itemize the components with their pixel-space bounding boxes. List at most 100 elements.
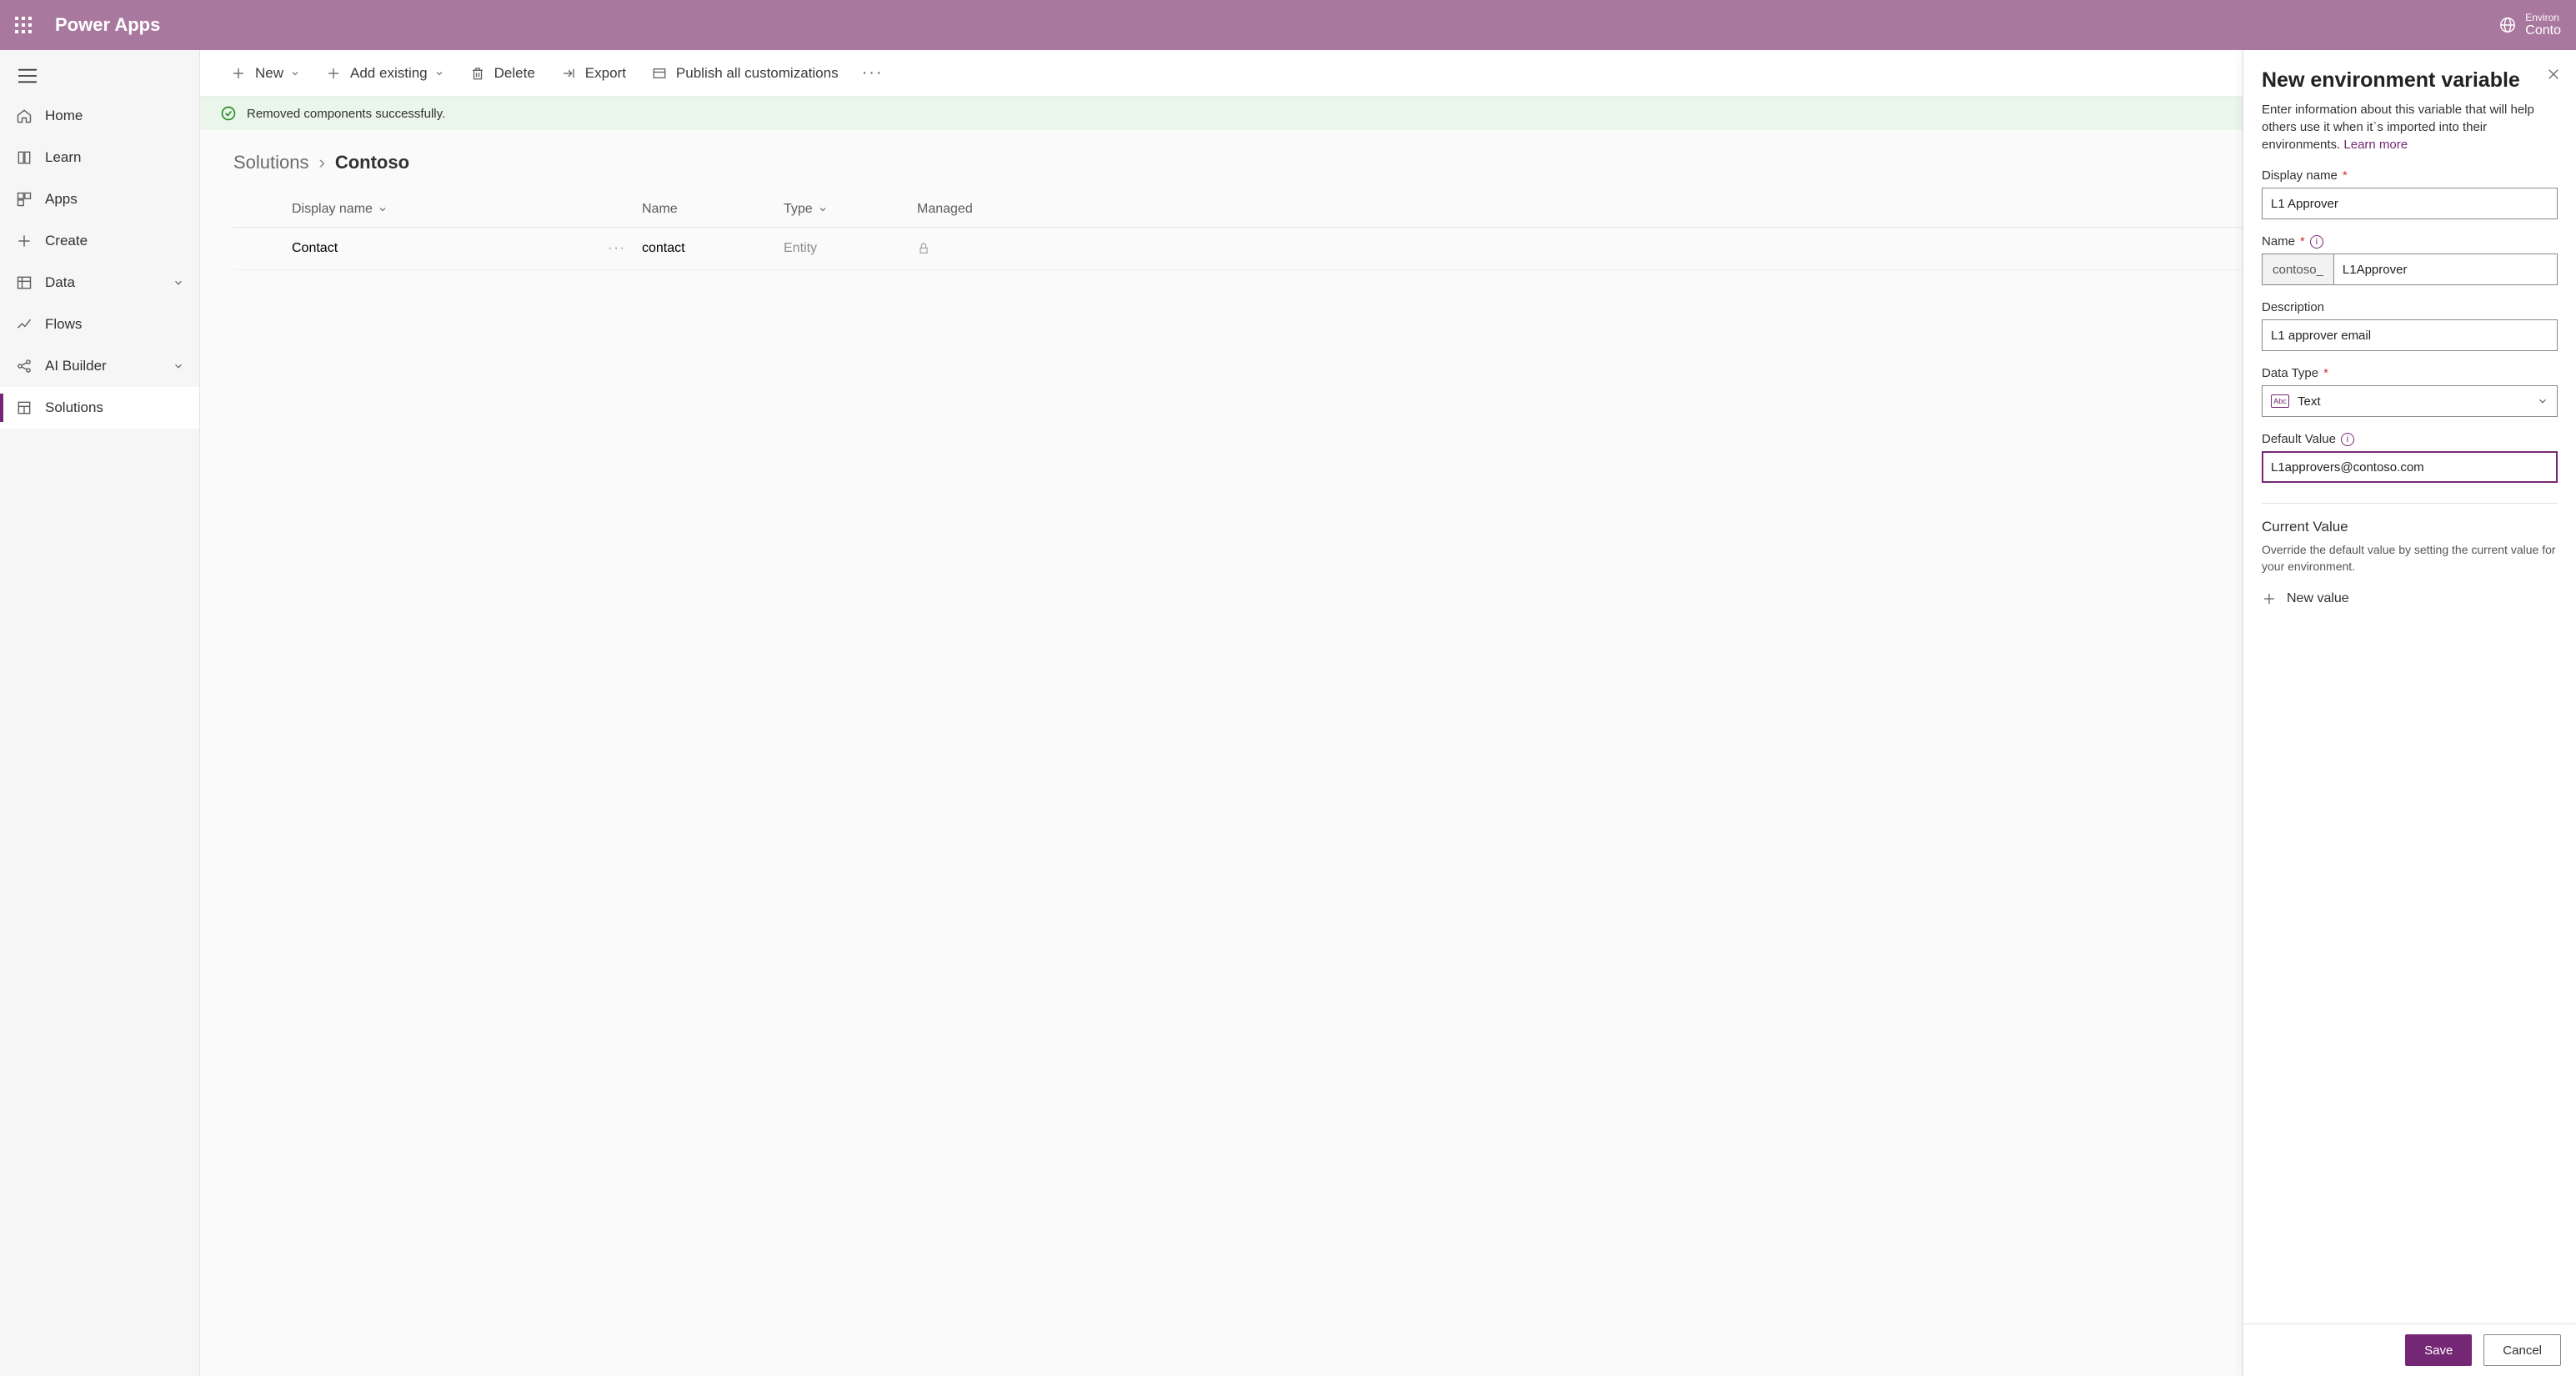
chevron-down-icon bbox=[173, 277, 184, 289]
app-brand: Power Apps bbox=[55, 14, 160, 36]
components-grid: Display name Name Type Managed Contact ·… bbox=[200, 190, 2576, 270]
publish-label: Publish all customizations bbox=[676, 65, 839, 82]
chevron-right-icon: › bbox=[319, 152, 325, 173]
data-icon bbox=[15, 274, 33, 292]
row-display-name: Contact bbox=[292, 241, 592, 256]
environment-switcher[interactable]: Environ Conto bbox=[2498, 13, 2561, 38]
sidebar-item-solutions[interactable]: Solutions bbox=[0, 387, 199, 429]
breadcrumb: Solutions › Contoso bbox=[200, 130, 2576, 190]
delete-label: Delete bbox=[494, 65, 535, 82]
separator bbox=[2262, 503, 2558, 504]
learn-more-link[interactable]: Learn more bbox=[2343, 138, 2408, 152]
publish-button[interactable]: Publish all customizations bbox=[641, 60, 849, 87]
panel-footer: Save Cancel bbox=[2243, 1323, 2576, 1376]
plus-icon bbox=[15, 232, 33, 250]
environment-name: Conto bbox=[2525, 23, 2561, 38]
defaultvalue-label: Default Value i bbox=[2262, 432, 2558, 446]
save-button[interactable]: Save bbox=[2405, 1334, 2472, 1366]
row-name: contact bbox=[642, 241, 784, 256]
datatype-label: Data Type* bbox=[2262, 366, 2558, 380]
row-type: Entity bbox=[784, 241, 917, 256]
sidebar-item-apps[interactable]: Apps bbox=[0, 178, 199, 220]
export-button[interactable]: Export bbox=[550, 60, 636, 87]
currentvalue-title: Current Value bbox=[2262, 519, 2558, 535]
more-commands-button[interactable]: ··· bbox=[854, 58, 892, 88]
plus-icon bbox=[2262, 591, 2277, 606]
lock-icon bbox=[917, 242, 1025, 255]
success-check-icon bbox=[220, 105, 237, 122]
chevron-down-icon bbox=[818, 204, 828, 214]
flows-icon bbox=[15, 315, 33, 334]
book-icon bbox=[15, 148, 33, 167]
name-prefix: contoso_ bbox=[2262, 254, 2333, 285]
sidebar-item-home[interactable]: Home bbox=[0, 95, 199, 137]
plus-icon bbox=[325, 65, 342, 82]
sidebar-item-label: Learn bbox=[45, 149, 81, 166]
app-launcher-icon[interactable] bbox=[15, 17, 32, 33]
name-input[interactable] bbox=[2333, 254, 2558, 285]
sidebar-item-flows[interactable]: Flows bbox=[0, 304, 199, 345]
column-type[interactable]: Type bbox=[784, 202, 917, 217]
currentvalue-desc: Override the default value by setting th… bbox=[2262, 542, 2558, 575]
chevron-down-icon bbox=[2537, 395, 2548, 407]
chevron-down-icon bbox=[290, 68, 300, 78]
datatype-select[interactable]: Abc Text bbox=[2262, 385, 2558, 417]
chevron-down-icon bbox=[173, 360, 184, 372]
sidebar-item-create[interactable]: Create bbox=[0, 220, 199, 262]
main-content: New Add existing Delete bbox=[200, 50, 2576, 1376]
hamburger-button[interactable] bbox=[0, 50, 199, 95]
panel-intro: Enter information about this variable th… bbox=[2262, 101, 2558, 153]
export-label: Export bbox=[585, 65, 626, 82]
new-button-label: New bbox=[255, 65, 283, 82]
sidebar-item-label: Data bbox=[45, 274, 75, 291]
display-name-input[interactable] bbox=[2262, 188, 2558, 219]
environment-label: Environ bbox=[2525, 13, 2561, 23]
home-icon bbox=[15, 107, 33, 125]
solutions-icon bbox=[15, 399, 33, 417]
sidebar-item-label: Home bbox=[45, 108, 83, 124]
add-existing-button[interactable]: Add existing bbox=[315, 60, 454, 87]
top-bar: Power Apps Environ Conto bbox=[0, 0, 2576, 50]
row-more-button[interactable]: ··· bbox=[592, 241, 642, 256]
panel-title: New environment variable bbox=[2262, 68, 2558, 93]
close-button[interactable] bbox=[2546, 67, 2561, 82]
success-banner: Removed components successfully. bbox=[200, 97, 2576, 130]
sidebar-item-label: Create bbox=[45, 233, 88, 249]
column-display-name[interactable]: Display name bbox=[292, 202, 592, 217]
plus-icon bbox=[230, 65, 247, 82]
defaultvalue-input[interactable] bbox=[2262, 451, 2558, 483]
info-icon[interactable]: i bbox=[2341, 433, 2354, 446]
column-managed[interactable]: Managed bbox=[917, 202, 1025, 217]
new-value-button[interactable]: New value bbox=[2262, 591, 2558, 606]
cancel-button[interactable]: Cancel bbox=[2483, 1334, 2561, 1366]
sidebar-item-data[interactable]: Data bbox=[0, 262, 199, 304]
add-existing-label: Add existing bbox=[350, 65, 428, 82]
grid-header: Display name Name Type Managed bbox=[233, 190, 2543, 228]
export-icon bbox=[560, 65, 577, 82]
breadcrumb-root[interactable]: Solutions bbox=[233, 152, 309, 173]
table-row[interactable]: Contact ··· contact Entity bbox=[233, 228, 2543, 270]
new-button[interactable]: New bbox=[220, 60, 310, 87]
info-icon[interactable]: i bbox=[2310, 235, 2323, 249]
ai-icon bbox=[15, 357, 33, 375]
chevron-down-icon bbox=[378, 204, 388, 214]
sidebar-item-learn[interactable]: Learn bbox=[0, 137, 199, 178]
column-name[interactable]: Name bbox=[642, 202, 784, 217]
sidebar: Home Learn Apps Create bbox=[0, 50, 200, 1376]
delete-button[interactable]: Delete bbox=[459, 60, 545, 87]
sidebar-item-label: Solutions bbox=[45, 399, 103, 416]
description-input[interactable] bbox=[2262, 319, 2558, 351]
display-name-label: Display name* bbox=[2262, 168, 2558, 183]
command-bar: New Add existing Delete bbox=[200, 50, 2576, 97]
apps-icon bbox=[15, 190, 33, 208]
sidebar-item-aibuilder[interactable]: AI Builder bbox=[0, 345, 199, 387]
chevron-down-icon bbox=[434, 68, 444, 78]
trash-icon bbox=[469, 65, 486, 82]
description-label: Description bbox=[2262, 300, 2558, 314]
sidebar-item-label: Flows bbox=[45, 316, 82, 333]
sidebar-item-label: AI Builder bbox=[45, 358, 107, 374]
globe-icon bbox=[2498, 16, 2517, 34]
sidebar-item-label: Apps bbox=[45, 191, 78, 208]
success-banner-text: Removed components successfully. bbox=[247, 107, 445, 121]
name-label: Name* i bbox=[2262, 234, 2558, 249]
